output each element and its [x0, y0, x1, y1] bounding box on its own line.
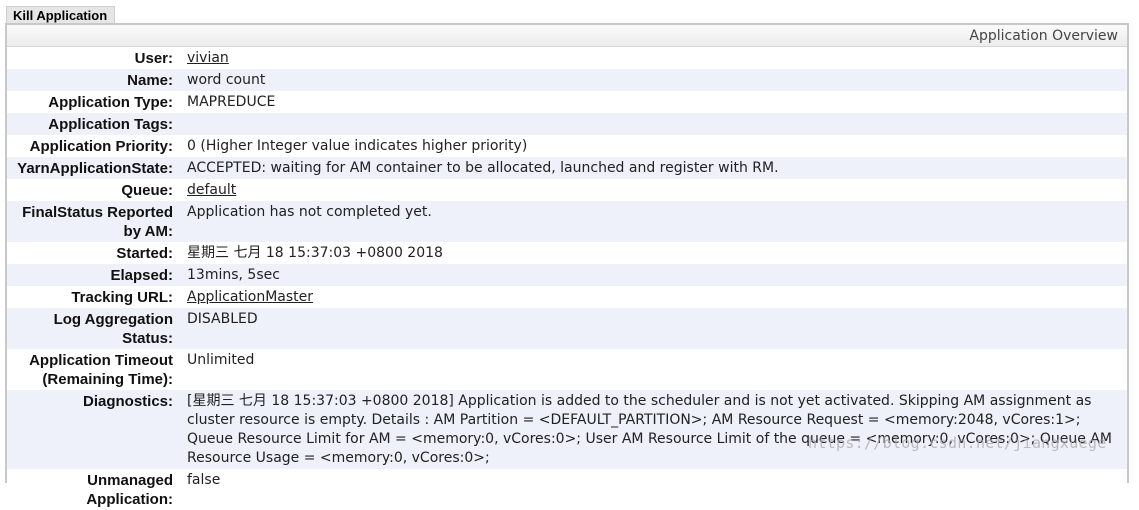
row-label: Unmanaged Application: — [86, 472, 173, 508]
panel-title: Application Overview — [7, 25, 1127, 47]
row-value — [175, 113, 1127, 135]
row-value: 0 (Higher Integer value indicates higher… — [187, 138, 528, 154]
kill-bar: Kill Application — [6, 5, 116, 25]
row-label: Name: — [127, 72, 173, 89]
row-value: Application has not completed yet. — [187, 204, 432, 220]
row-label: User: — [134, 50, 173, 67]
row-label: Application Tags: — [48, 116, 173, 133]
info-row-application-timeout: Application Timeout (Remaining Time): Un… — [7, 349, 1127, 390]
tracking-url-link[interactable]: ApplicationMaster — [187, 289, 313, 305]
queue-link[interactable]: default — [187, 182, 236, 198]
row-label: Log Aggregation Status: — [53, 311, 173, 347]
row-label: YarnApplicationState: — [17, 160, 173, 177]
application-info-table: User: vivian Name: word count Applicatio… — [7, 47, 1127, 510]
info-row-application-type: Application Type: MAPREDUCE — [7, 91, 1127, 113]
row-value: ACCEPTED: waiting for AM container to be… — [187, 160, 779, 176]
info-row-tracking-url: Tracking URL: ApplicationMaster — [7, 286, 1127, 308]
info-row-log-aggregation-status: Log Aggregation Status: DISABLED — [7, 308, 1127, 349]
info-row-diagnostics: Diagnostics: [星期三 七月 18 15:37:03 +0800 2… — [7, 390, 1127, 469]
info-row-started: Started: 星期三 七月 18 15:37:03 +0800 2018 — [7, 242, 1127, 264]
row-label: Tracking URL: — [71, 289, 173, 306]
info-row-application-priority: Application Priority: 0 (Higher Integer … — [7, 135, 1127, 157]
row-label: Application Priority: — [29, 138, 173, 155]
row-value: 星期三 七月 18 15:37:03 +0800 2018 — [187, 245, 443, 261]
row-value: DISABLED — [187, 311, 258, 327]
row-label: Started: — [116, 245, 173, 262]
info-row-elapsed: Elapsed: 13mins, 5sec — [7, 264, 1127, 286]
application-overview-panel: Application Overview User: vivian Name: … — [5, 23, 1129, 510]
row-label: Elapsed: — [110, 267, 173, 284]
row-label: Diagnostics: — [82, 393, 173, 410]
row-label: Application Timeout (Remaining Time): — [29, 352, 173, 388]
row-value: [星期三 七月 18 15:37:03 +0800 2018] Applicat… — [187, 393, 1112, 466]
row-label: Application Type: — [48, 94, 173, 111]
info-row-final-status: FinalStatus Reported by AM: Application … — [7, 201, 1127, 242]
info-row-application-tags: Application Tags: — [7, 113, 1127, 135]
info-row-yarn-application-state: YarnApplicationState: ACCEPTED: waiting … — [7, 157, 1127, 179]
row-value: Unlimited — [187, 352, 255, 368]
row-label: Queue: — [121, 182, 173, 199]
info-row-name: Name: word count — [7, 69, 1127, 91]
info-row-user: User: vivian — [7, 47, 1127, 69]
row-value: word count — [187, 72, 266, 88]
info-row-unmanaged-application: Unmanaged Application: false — [7, 469, 1127, 510]
row-value: MAPREDUCE — [187, 94, 276, 110]
row-value: 13mins, 5sec — [187, 267, 280, 283]
row-label: FinalStatus Reported by AM: — [22, 204, 173, 240]
row-value: false — [187, 472, 221, 488]
info-row-queue: Queue: default — [7, 179, 1127, 201]
user-link[interactable]: vivian — [187, 50, 229, 66]
